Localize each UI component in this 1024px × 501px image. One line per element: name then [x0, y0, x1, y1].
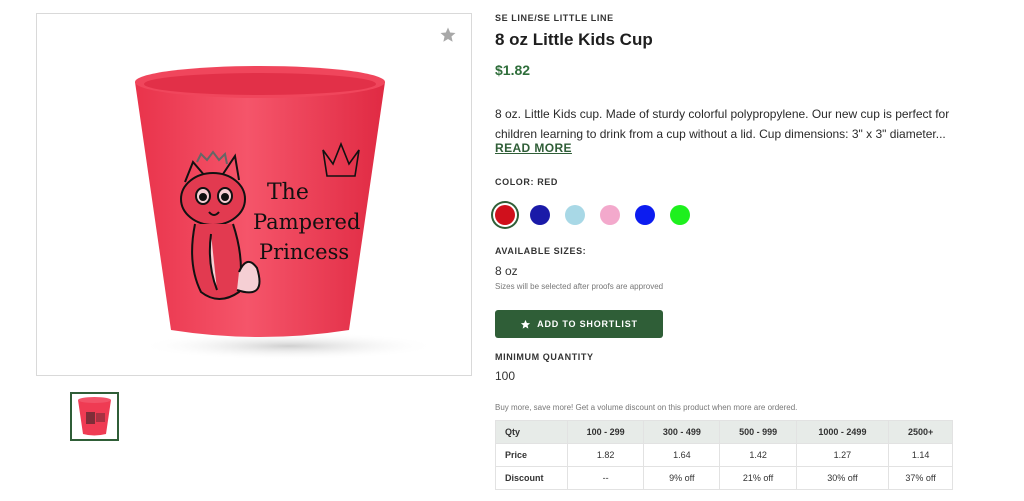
print-text-pampered: Pampered — [253, 210, 360, 234]
table-cell: 9% off — [643, 466, 721, 490]
print-text-princess: Princess — [259, 240, 349, 264]
table-cell: Discount — [495, 466, 568, 490]
size-note: Sizes will be selected after proofs are … — [495, 282, 664, 291]
product-main-image: The Pampered Princess — [36, 13, 472, 376]
table-cell: 1.82 — [566, 443, 645, 467]
swatch-light-blue[interactable] — [565, 205, 585, 225]
color-swatch-list — [495, 205, 690, 225]
read-more-link[interactable]: READ MORE — [495, 141, 572, 155]
table-cell: 1.64 — [643, 443, 721, 467]
table-cell: 37% off — [888, 466, 953, 490]
table-cell: 30% off — [795, 466, 890, 490]
product-thumbnail[interactable] — [70, 392, 119, 441]
minimum-quantity-label: MINIMUM QUANTITY — [495, 352, 594, 362]
table-header-row: Qty 100 - 299 300 - 499 500 - 999 1000 -… — [495, 420, 953, 444]
available-sizes-label: AVAILABLE SIZES: — [495, 246, 587, 256]
table-row: Price 1.82 1.64 1.42 1.27 1.14 — [495, 443, 953, 467]
size-value: 8 oz — [495, 264, 518, 278]
product-price: $1.82 — [495, 62, 531, 78]
table-cell: 1.27 — [795, 443, 890, 467]
table-cell: 21% off — [719, 466, 797, 490]
swatch-pink[interactable] — [600, 205, 620, 225]
add-to-shortlist-button[interactable]: ADD TO SHORTLIST — [495, 310, 663, 338]
swatch-blue[interactable] — [635, 205, 655, 225]
volume-discount-note: Buy more, save more! Get a volume discou… — [495, 403, 798, 412]
swatch-green[interactable] — [670, 205, 690, 225]
product-title: 8 oz Little Kids Cup — [495, 30, 653, 49]
table-cell: 1.14 — [888, 443, 953, 467]
minimum-quantity-value: 100 — [495, 369, 516, 383]
swatch-red[interactable] — [495, 205, 515, 225]
volume-pricing-table: Qty 100 - 299 300 - 499 500 - 999 1000 -… — [495, 420, 953, 490]
table-row: Discount -- 9% off 21% off 30% off 37% o… — [495, 466, 953, 490]
print-text-the: The — [267, 180, 309, 205]
brand-label: SE LINE/SE LITTLE LINE — [495, 13, 614, 23]
shortlist-button-label: ADD TO SHORTLIST — [537, 319, 638, 329]
cup-thumbnail-icon — [78, 397, 111, 436]
favorite-star-icon[interactable] — [439, 26, 457, 44]
table-header-cell: 1000 - 2499 — [795, 420, 890, 444]
table-header-cell: Qty — [495, 420, 568, 444]
cup-illustration: The Pampered Princess — [135, 66, 427, 360]
table-header-cell: 2500+ — [888, 420, 953, 444]
star-icon — [521, 319, 531, 329]
color-label: COLOR: RED — [495, 177, 558, 187]
swatch-navy[interactable] — [530, 205, 550, 225]
table-cell: -- — [566, 466, 645, 490]
table-cell: Price — [495, 443, 568, 467]
table-header-cell: 300 - 499 — [643, 420, 721, 444]
table-header-cell: 500 - 999 — [719, 420, 797, 444]
table-header-cell: 100 - 299 — [566, 420, 645, 444]
table-cell: 1.42 — [719, 443, 797, 467]
product-description: 8 oz. Little Kids cup. Made of sturdy co… — [495, 107, 950, 141]
